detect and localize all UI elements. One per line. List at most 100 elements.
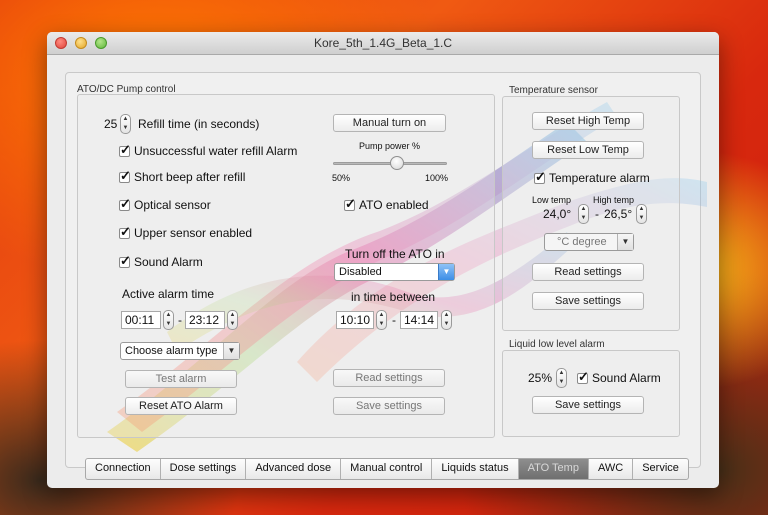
checkbox-label: Short beep after refill xyxy=(134,170,246,184)
checkbox-box[interactable]: ✓ xyxy=(119,169,131,183)
chevron-down-icon[interactable]: ▼ xyxy=(223,343,239,359)
checkbox-label: Sound Alarm xyxy=(134,255,203,269)
temp-read-settings-button[interactable]: Read settings xyxy=(532,263,644,281)
checkbox-unsuccessful-refill-alarm[interactable]: ✓ Unsuccessful water refill Alarm xyxy=(119,143,298,158)
low-temp-value: 24,0° xyxy=(543,207,572,221)
tab-ato-temp[interactable]: ATO Temp xyxy=(518,459,589,479)
window-title: Kore_5th_1.4G_Beta_1.C xyxy=(313,36,453,50)
alarm-from-stepper[interactable]: ▲ ▼ xyxy=(163,310,174,330)
reset-ato-alarm-button[interactable]: Reset ATO Alarm xyxy=(125,397,237,415)
alarm-to-stepper[interactable]: ▲ ▼ xyxy=(227,310,238,330)
stepper-down-icon[interactable]: ▼ xyxy=(442,320,451,329)
checkbox-box[interactable]: ✓ xyxy=(119,254,131,268)
alarm-type-select[interactable]: Choose alarm type ▼ xyxy=(120,342,240,360)
between-from-stepper[interactable]: ▲ ▼ xyxy=(376,310,387,330)
checkbox-ato-enabled[interactable]: ✓ ATO enabled xyxy=(344,197,429,212)
select-value: Disabled xyxy=(339,266,382,278)
turn-off-ato-select[interactable]: Disabled ▼ xyxy=(334,263,455,281)
checkbox-upper-sensor[interactable]: ✓ Upper sensor enabled xyxy=(119,224,253,240)
reset-high-temp-button[interactable]: Reset High Temp xyxy=(532,112,644,130)
pump-max-label: 100% xyxy=(425,173,449,183)
stepper-down-icon[interactable]: ▼ xyxy=(228,320,237,329)
reset-low-temp-button[interactable]: Reset Low Temp xyxy=(532,141,644,159)
liquid-save-settings-button[interactable]: Save settings xyxy=(532,396,644,414)
refill-time-value: 25 xyxy=(104,117,118,131)
low-temp-stepper[interactable]: ▲ ▼ xyxy=(578,204,589,224)
checkmark-icon: ✓ xyxy=(120,196,131,211)
select-value: °C degree xyxy=(557,236,607,248)
checkbox-box[interactable]: ✓ xyxy=(577,369,589,384)
stepper-down-icon[interactable]: ▼ xyxy=(121,124,130,133)
checkbox-label: Sound Alarm xyxy=(592,371,661,385)
liquid-low-level-group xyxy=(502,350,680,437)
refill-time-stepper[interactable]: ▲ ▼ xyxy=(120,114,131,134)
stepper-down-icon[interactable]: ▼ xyxy=(164,320,173,329)
tab-manual-control[interactable]: Manual control xyxy=(341,459,433,479)
checkbox-short-beep[interactable]: ✓ Short beep after refill xyxy=(119,169,246,184)
liquid-percent-stepper[interactable]: ▲ ▼ xyxy=(556,368,567,388)
bottom-tab-bar: Connection Dose settings Advanced dose Manu… xyxy=(85,458,689,480)
tab-service[interactable]: Service xyxy=(633,459,688,479)
checkbox-box[interactable]: ✓ xyxy=(344,197,356,211)
tab-liquids-status[interactable]: Liquids status xyxy=(432,459,519,479)
ato-read-settings-button[interactable]: Read settings xyxy=(333,369,445,387)
stepper-down-icon[interactable]: ▼ xyxy=(579,214,588,223)
stepper-up-icon[interactable]: ▲ xyxy=(228,311,237,320)
checkbox-label: Upper sensor enabled xyxy=(134,226,253,240)
temp-unit-select[interactable]: °C degree ▼ xyxy=(544,233,634,251)
high-temp-label: High temp xyxy=(593,195,635,205)
checkbox-label: Unsuccessful water refill Alarm xyxy=(134,144,298,158)
checkbox-sound-alarm[interactable]: ✓ Sound Alarm xyxy=(119,254,203,269)
stepper-up-icon[interactable]: ▲ xyxy=(442,311,451,320)
stepper-up-icon[interactable]: ▲ xyxy=(557,369,566,378)
chevron-down-icon[interactable]: ▼ xyxy=(617,234,633,250)
stepper-up-icon[interactable]: ▲ xyxy=(579,205,588,214)
checkbox-box[interactable]: ✓ xyxy=(119,196,131,211)
high-temp-stepper[interactable]: ▲ ▼ xyxy=(636,204,647,224)
ato-save-settings-button[interactable]: Save settings xyxy=(333,397,445,415)
alarm-to-field[interactable]: 23:12 xyxy=(185,311,225,329)
checkbox-liquid-sound-alarm[interactable]: ✓ Sound Alarm xyxy=(577,369,661,385)
between-to-stepper[interactable]: ▲ ▼ xyxy=(441,310,452,330)
stepper-down-icon[interactable]: ▼ xyxy=(637,214,646,223)
high-temp-value: 26,5° xyxy=(604,207,633,221)
stepper-up-icon[interactable]: ▲ xyxy=(377,311,386,320)
between-to-field[interactable]: 14:14 xyxy=(400,311,438,329)
time-between-label: in time between xyxy=(351,290,436,304)
tab-connection[interactable]: Connection xyxy=(86,459,161,479)
checkbox-box[interactable]: ✓ xyxy=(119,224,131,239)
stepper-down-icon[interactable]: ▼ xyxy=(377,320,386,329)
manual-turn-on-button[interactable]: Manual turn on xyxy=(333,114,446,132)
liquid-percent-value: 25% xyxy=(528,371,553,385)
checkbox-box[interactable]: ✓ xyxy=(534,169,546,184)
checkbox-optical-sensor[interactable]: ✓ Optical sensor xyxy=(119,196,211,212)
temperature-group-label: Temperature sensor xyxy=(509,85,598,96)
stepper-up-icon[interactable]: ▲ xyxy=(164,311,173,320)
tab-dose-settings[interactable]: Dose settings xyxy=(161,459,247,479)
refill-time-label: Refill time (in seconds) xyxy=(138,117,260,131)
select-value: Choose alarm type xyxy=(125,345,218,357)
temp-save-settings-button[interactable]: Save settings xyxy=(532,292,644,310)
temp-range-dash: - xyxy=(595,207,599,221)
stepper-up-icon[interactable]: ▲ xyxy=(637,205,646,214)
chevron-down-icon[interactable]: ▼ xyxy=(438,264,454,280)
pump-power-slider-knob[interactable] xyxy=(389,156,404,170)
between-from-field[interactable]: 10:10 xyxy=(336,311,374,329)
pump-min-label: 50% xyxy=(332,173,351,183)
tab-advanced-dose[interactable]: Advanced dose xyxy=(246,459,342,479)
stepper-down-icon[interactable]: ▼ xyxy=(557,378,566,387)
title-bar[interactable]: Kore_5th_1.4G_Beta_1.C xyxy=(47,32,719,55)
tab-awc[interactable]: AWC xyxy=(589,459,634,479)
checkbox-temperature-alarm[interactable]: ✓ Temperature alarm xyxy=(534,169,650,185)
stepper-up-icon[interactable]: ▲ xyxy=(121,115,130,124)
alarm-from-field[interactable]: 00:11 xyxy=(121,311,161,329)
test-alarm-button[interactable]: Test alarm xyxy=(125,370,237,388)
checkmark-icon: ✓ xyxy=(578,369,589,384)
checkbox-box[interactable]: ✓ xyxy=(119,143,131,157)
checkbox-label: ATO enabled xyxy=(359,198,429,212)
pump-power-label: Pump power % xyxy=(359,141,421,151)
checkmark-icon: ✓ xyxy=(535,169,546,184)
active-alarm-time-label: Active alarm time xyxy=(122,287,215,301)
between-time-separator: - xyxy=(392,313,396,327)
checkmark-icon: ✓ xyxy=(120,224,131,239)
